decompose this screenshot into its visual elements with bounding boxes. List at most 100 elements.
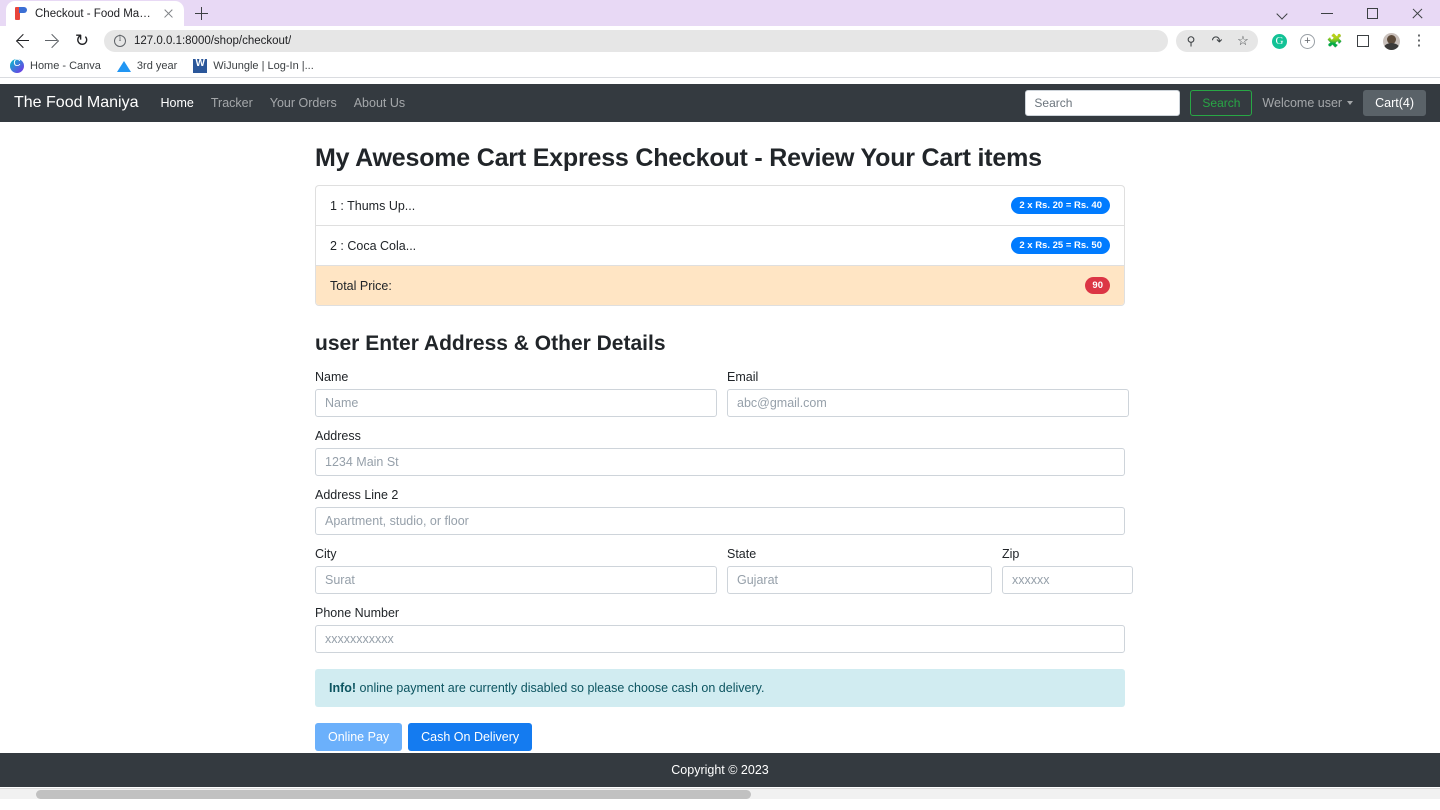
cash-on-delivery-button[interactable]: Cash On Delivery [408, 723, 533, 751]
window-controls [1260, 0, 1440, 26]
tab-strip: Checkout - Food Maniya [0, 0, 1440, 26]
page-title: My Awesome Cart Express Checkout - Revie… [315, 144, 1042, 172]
canva-icon [10, 58, 24, 73]
phone-number-input[interactable] [315, 625, 1125, 653]
bookmark-item[interactable]: Home - Canva [10, 58, 101, 73]
cart-item-price-badge: 2 x Rs. 25 = Rs. 50 [1011, 237, 1110, 254]
scrollbar-thumb[interactable] [36, 790, 751, 799]
toolbar-icon-group: ⚲ ↷ ☆ G + 🧩 ⋮ [1176, 28, 1432, 54]
email-input[interactable] [727, 389, 1129, 417]
url-text: 127.0.0.1:8000/shop/checkout/ [134, 34, 292, 47]
label-name: Name [315, 370, 349, 384]
maximize-icon[interactable] [1350, 0, 1395, 26]
nav-link-about-us[interactable]: About Us [354, 96, 405, 110]
field-group-city: City [315, 547, 717, 594]
search-input[interactable] [1025, 90, 1181, 116]
field-group-zip: Zip [1002, 547, 1133, 594]
bookmark-item[interactable]: 3rd year [116, 59, 178, 73]
label-address: Address [315, 429, 361, 443]
field-group-email: Email [727, 370, 1129, 417]
bookmark-label: 3rd year [136, 60, 178, 72]
cart-items-list: 1 : Thums Up... 2 x Rs. 20 = Rs. 40 2 : … [315, 185, 1125, 306]
cart-item-price-badge: 2 x Rs. 20 = Rs. 40 [1011, 197, 1110, 214]
label-address-line-2: Address Line 2 [315, 488, 399, 502]
info-alert-strong: Info! [329, 681, 357, 695]
field-group-address2: Address Line 2 [315, 488, 1125, 535]
cart-item-name: 2 : Coca Cola... [330, 238, 417, 253]
payment-buttons: Online Pay Cash On Delivery [315, 723, 1125, 751]
chrome-menu-icon[interactable]: ⋮ [1406, 28, 1432, 54]
cart-total-row: Total Price: 90 [316, 266, 1124, 305]
bookmark-star-icon[interactable]: ☆ [1230, 30, 1256, 52]
close-icon[interactable] [161, 6, 176, 21]
field-group-address: Address [315, 429, 1125, 476]
chevron-down-icon[interactable] [1260, 0, 1305, 26]
tab-title: Checkout - Food Maniya [35, 7, 154, 20]
form-row-city-state-zip: City State Zip [315, 547, 1133, 594]
chevron-down-icon [1347, 101, 1354, 105]
label-phone-number: Phone Number [315, 606, 400, 620]
grammarly-icon[interactable]: G [1266, 28, 1292, 54]
cart-item-row: 2 : Coca Cola... 2 x Rs. 25 = Rs. 50 [316, 226, 1124, 266]
window-close-icon[interactable] [1395, 0, 1440, 26]
cart-item-row: 1 : Thums Up... 2 x Rs. 20 = Rs. 40 [316, 186, 1124, 226]
omnibox[interactable]: 127.0.0.1:8000/shop/checkout/ [104, 29, 1168, 52]
info-alert: Info! online payment are currently disab… [315, 669, 1125, 707]
site-footer: Copyright © 2023 [0, 753, 1440, 787]
online-pay-button[interactable]: Online Pay [315, 723, 403, 751]
info-alert-text: online payment are currently disabled so… [356, 681, 765, 695]
profile-avatar-icon[interactable] [1378, 28, 1404, 54]
browser-window: Checkout - Food Maniya ↻ 127.0.0.1:8000/… [0, 0, 1440, 810]
search-button[interactable]: Search [1190, 90, 1253, 116]
password-key-icon[interactable]: ⚲ [1178, 30, 1204, 52]
google-drive-icon [116, 59, 131, 73]
nav-link-home[interactable]: Home [161, 96, 194, 110]
site-nav-links: Home Tracker Your Orders About Us [161, 96, 406, 110]
horizontal-scrollbar[interactable] [0, 788, 1440, 799]
word-icon [193, 58, 208, 73]
browser-tab[interactable]: Checkout - Food Maniya [6, 1, 184, 26]
field-group-state: State [727, 547, 992, 594]
field-group-phone: Phone Number [315, 606, 1125, 653]
nav-link-your-orders[interactable]: Your Orders [270, 96, 337, 110]
minimize-icon[interactable] [1305, 0, 1350, 26]
label-city: City [315, 547, 337, 561]
food-maniya-favicon [14, 6, 28, 21]
address-line-2-input[interactable] [315, 507, 1125, 535]
form-title: user Enter Address & Other Details [315, 332, 666, 355]
site-brand[interactable]: The Food Maniya [14, 94, 139, 112]
form-row-address2: Address Line 2 [315, 488, 1125, 535]
cart-total-label: Total Price: [330, 278, 392, 293]
nav-link-tracker[interactable]: Tracker [211, 96, 253, 110]
account-label: Welcome user [1262, 96, 1343, 110]
state-input[interactable] [727, 566, 992, 594]
account-menu[interactable]: Welcome user [1262, 96, 1354, 110]
page-viewport: The Food Maniya Home Tracker Your Orders… [0, 84, 1440, 799]
main-container: My Awesome Cart Express Checkout - Revie… [315, 122, 1133, 751]
name-input[interactable] [315, 389, 717, 417]
form-row-phone: Phone Number [315, 606, 1125, 653]
browser-toolbar: ↻ 127.0.0.1:8000/shop/checkout/ ⚲ ↷ ☆ G … [0, 26, 1440, 55]
forward-icon[interactable] [38, 27, 66, 55]
city-input[interactable] [315, 566, 717, 594]
extensions-puzzle-icon[interactable]: 🧩 [1322, 28, 1348, 54]
form-row-address: Address [315, 429, 1125, 476]
bookmark-item[interactable]: WiJungle | Log-In |... [193, 58, 314, 73]
bookmark-label: WiJungle | Log-In |... [213, 60, 314, 72]
sidepanel-icon[interactable] [1350, 28, 1376, 54]
label-zip: Zip [1002, 547, 1020, 561]
info-icon[interactable] [114, 33, 126, 47]
back-icon[interactable] [8, 27, 36, 55]
label-state: State [727, 547, 757, 561]
reload-icon[interactable]: ↻ [68, 27, 96, 55]
new-tab-button[interactable] [188, 2, 214, 24]
site-navbar: The Food Maniya Home Tracker Your Orders… [0, 84, 1440, 122]
add-extension-icon[interactable]: + [1294, 28, 1320, 54]
address-input[interactable] [315, 448, 1125, 476]
cart-button[interactable]: Cart(4) [1363, 90, 1426, 116]
navbar-right-group: Search Welcome user Cart(4) [1025, 90, 1426, 116]
zip-input[interactable] [1002, 566, 1133, 594]
share-icon[interactable]: ↷ [1204, 30, 1230, 52]
cart-total-badge: 90 [1085, 277, 1110, 294]
copyright-text: Copyright © 2023 [671, 763, 769, 777]
